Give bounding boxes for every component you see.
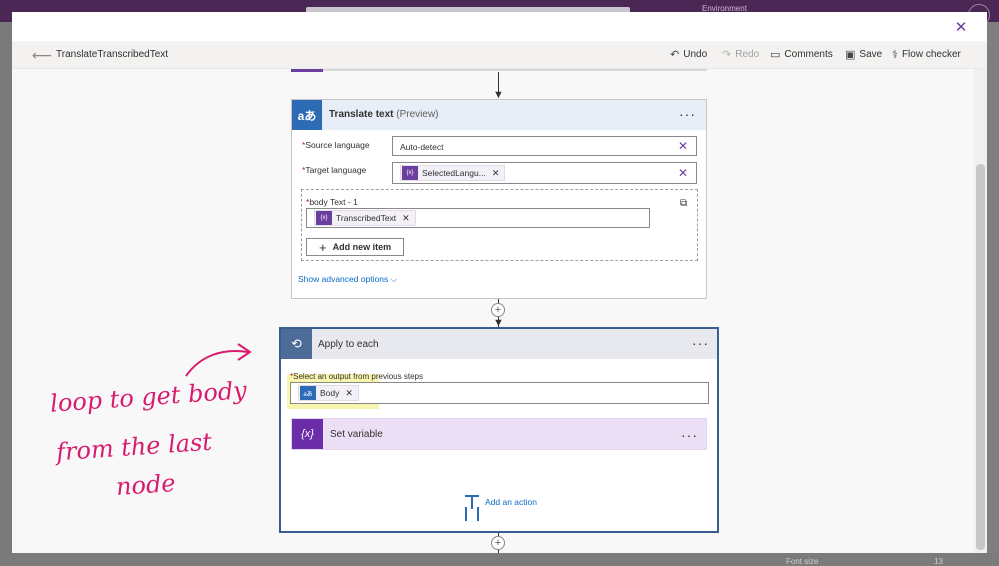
plus-icon: + xyxy=(319,239,327,255)
insert-step-icon[interactable]: + xyxy=(491,303,505,317)
set-variable-title: Set variable xyxy=(330,429,383,440)
transcribed-text-token-text: TranscribedText xyxy=(336,213,397,223)
body-array-box: *body Text - 1 {x} TranscribedText ✕ ⧉ +… xyxy=(301,189,698,261)
comments-button[interactable]: ▭ Comments xyxy=(770,48,833,61)
background-font-size-value: 13 xyxy=(934,557,943,566)
previous-card-edge xyxy=(291,69,707,71)
loop-icon: ⟲ xyxy=(281,329,312,359)
insert-step-icon[interactable]: + xyxy=(491,536,505,550)
remove-token-icon[interactable]: ✕ xyxy=(492,168,500,179)
undo-button[interactable]: ↶ Undo xyxy=(670,48,707,61)
vertical-scrollbar-thumb[interactable] xyxy=(976,164,985,550)
transcribed-text-token[interactable]: {x} TranscribedText ✕ xyxy=(314,210,416,226)
clear-source-icon[interactable]: ✕ xyxy=(678,139,688,153)
translate-card-title-text: Translate text xyxy=(329,109,394,120)
save-label: Save xyxy=(859,49,883,60)
variable-icon: {x} xyxy=(402,166,418,180)
translate-text-card: aあ Translate text (Preview) ··· *Source … xyxy=(291,99,707,299)
undo-label: Undo xyxy=(683,49,708,60)
comment-icon: ▭ xyxy=(770,49,781,61)
undo-icon: ↶ xyxy=(670,49,680,61)
translate-card-title-suffix: (Preview) xyxy=(396,109,439,120)
add-action-icon xyxy=(465,495,479,509)
add-new-item-label: Add new item xyxy=(332,242,392,252)
redo-label: Redo xyxy=(735,49,760,60)
previous-card-accent xyxy=(291,69,323,72)
body-token[interactable]: aあ Body ✕ xyxy=(298,385,359,401)
close-icon[interactable]: ✕ xyxy=(953,20,969,36)
more-options-icon[interactable]: ··· xyxy=(679,106,696,122)
selected-language-token-text: SelectedLangu... xyxy=(422,168,486,178)
flow-checker-button[interactable]: ⚕ Flow checker xyxy=(892,48,961,61)
modal-top-strip xyxy=(12,12,987,41)
body-text-label: *body Text - 1 xyxy=(306,197,358,207)
background-right-panel xyxy=(986,22,999,566)
select-output-label: *Select an output from previous steps xyxy=(290,372,423,381)
source-language-label: *Source language xyxy=(302,140,370,150)
redo-button[interactable]: ↷ Redo xyxy=(722,48,759,61)
save-icon: ▣ xyxy=(845,49,856,61)
stethoscope-icon: ⚕ xyxy=(892,49,898,61)
translate-card-title: Translate text (Preview) xyxy=(329,109,439,120)
target-language-label: *Target language xyxy=(302,165,367,175)
clear-target-icon[interactable]: ✕ xyxy=(678,166,688,180)
flow-editor-modal: ✕ ⟵ TranslateTranscribedText ↶ Undo ↷ Re… xyxy=(12,12,987,553)
save-button[interactable]: ▣ Save xyxy=(845,48,882,61)
select-output-field[interactable]: aあ Body ✕ xyxy=(290,382,709,404)
apply-to-each-card: ⟲ Apply to each ··· *Select an output fr… xyxy=(279,327,719,533)
add-new-item-button[interactable]: + Add new item xyxy=(306,238,405,256)
show-advanced-options-link[interactable]: Show advanced options ⌵ xyxy=(298,274,397,285)
selected-language-token[interactable]: {x} SelectedLangu... ✕ xyxy=(400,165,506,181)
redo-icon: ↷ xyxy=(722,49,732,61)
annotation-arrow-icon xyxy=(185,343,252,377)
more-options-icon[interactable]: ··· xyxy=(692,335,709,351)
set-variable-card[interactable]: {x} Set variable ··· xyxy=(291,418,707,450)
background-bottom-panel xyxy=(0,553,999,566)
more-options-icon[interactable]: ··· xyxy=(681,427,698,443)
background-font-size-label: Font size xyxy=(786,557,819,566)
annotation-line-3: node xyxy=(115,468,177,502)
translate-card-header[interactable]: aあ Translate text (Preview) ··· xyxy=(292,100,706,130)
variable-icon: {x} xyxy=(292,419,323,449)
flow-title: TranslateTranscribedText xyxy=(56,49,169,60)
flow-checker-label: Flow checker xyxy=(901,49,961,60)
background-left-panel xyxy=(0,22,12,566)
comments-label: Comments xyxy=(784,49,833,60)
source-language-field[interactable]: Auto-detect ✕ xyxy=(392,136,697,156)
add-an-action-button[interactable]: Add an action xyxy=(465,495,537,509)
variable-icon: {x} xyxy=(316,211,332,225)
apply-card-title: Apply to each xyxy=(318,339,379,350)
translate-icon: aあ xyxy=(292,100,322,130)
translate-icon: aあ xyxy=(300,386,316,400)
remove-token-icon[interactable]: ✕ xyxy=(345,388,353,399)
apply-card-header[interactable]: ⟲ Apply to each ··· xyxy=(281,329,717,359)
add-an-action-label: Add an action xyxy=(485,497,537,507)
copy-icon[interactable]: ⧉ xyxy=(680,198,687,209)
remove-token-icon[interactable]: ✕ xyxy=(402,213,410,224)
body-token-text: Body xyxy=(320,388,340,398)
source-language-value: Auto-detect xyxy=(400,142,444,152)
body-text-field[interactable]: {x} TranscribedText ✕ xyxy=(306,208,650,228)
back-arrow-icon[interactable]: ⟵ xyxy=(32,47,52,64)
command-bar: ⟵ TranslateTranscribedText ↶ Undo ↷ Redo… xyxy=(12,41,987,69)
target-language-field[interactable]: {x} SelectedLangu... ✕ ✕ xyxy=(392,162,697,184)
chevron-down-icon: ⌵ xyxy=(390,274,398,284)
